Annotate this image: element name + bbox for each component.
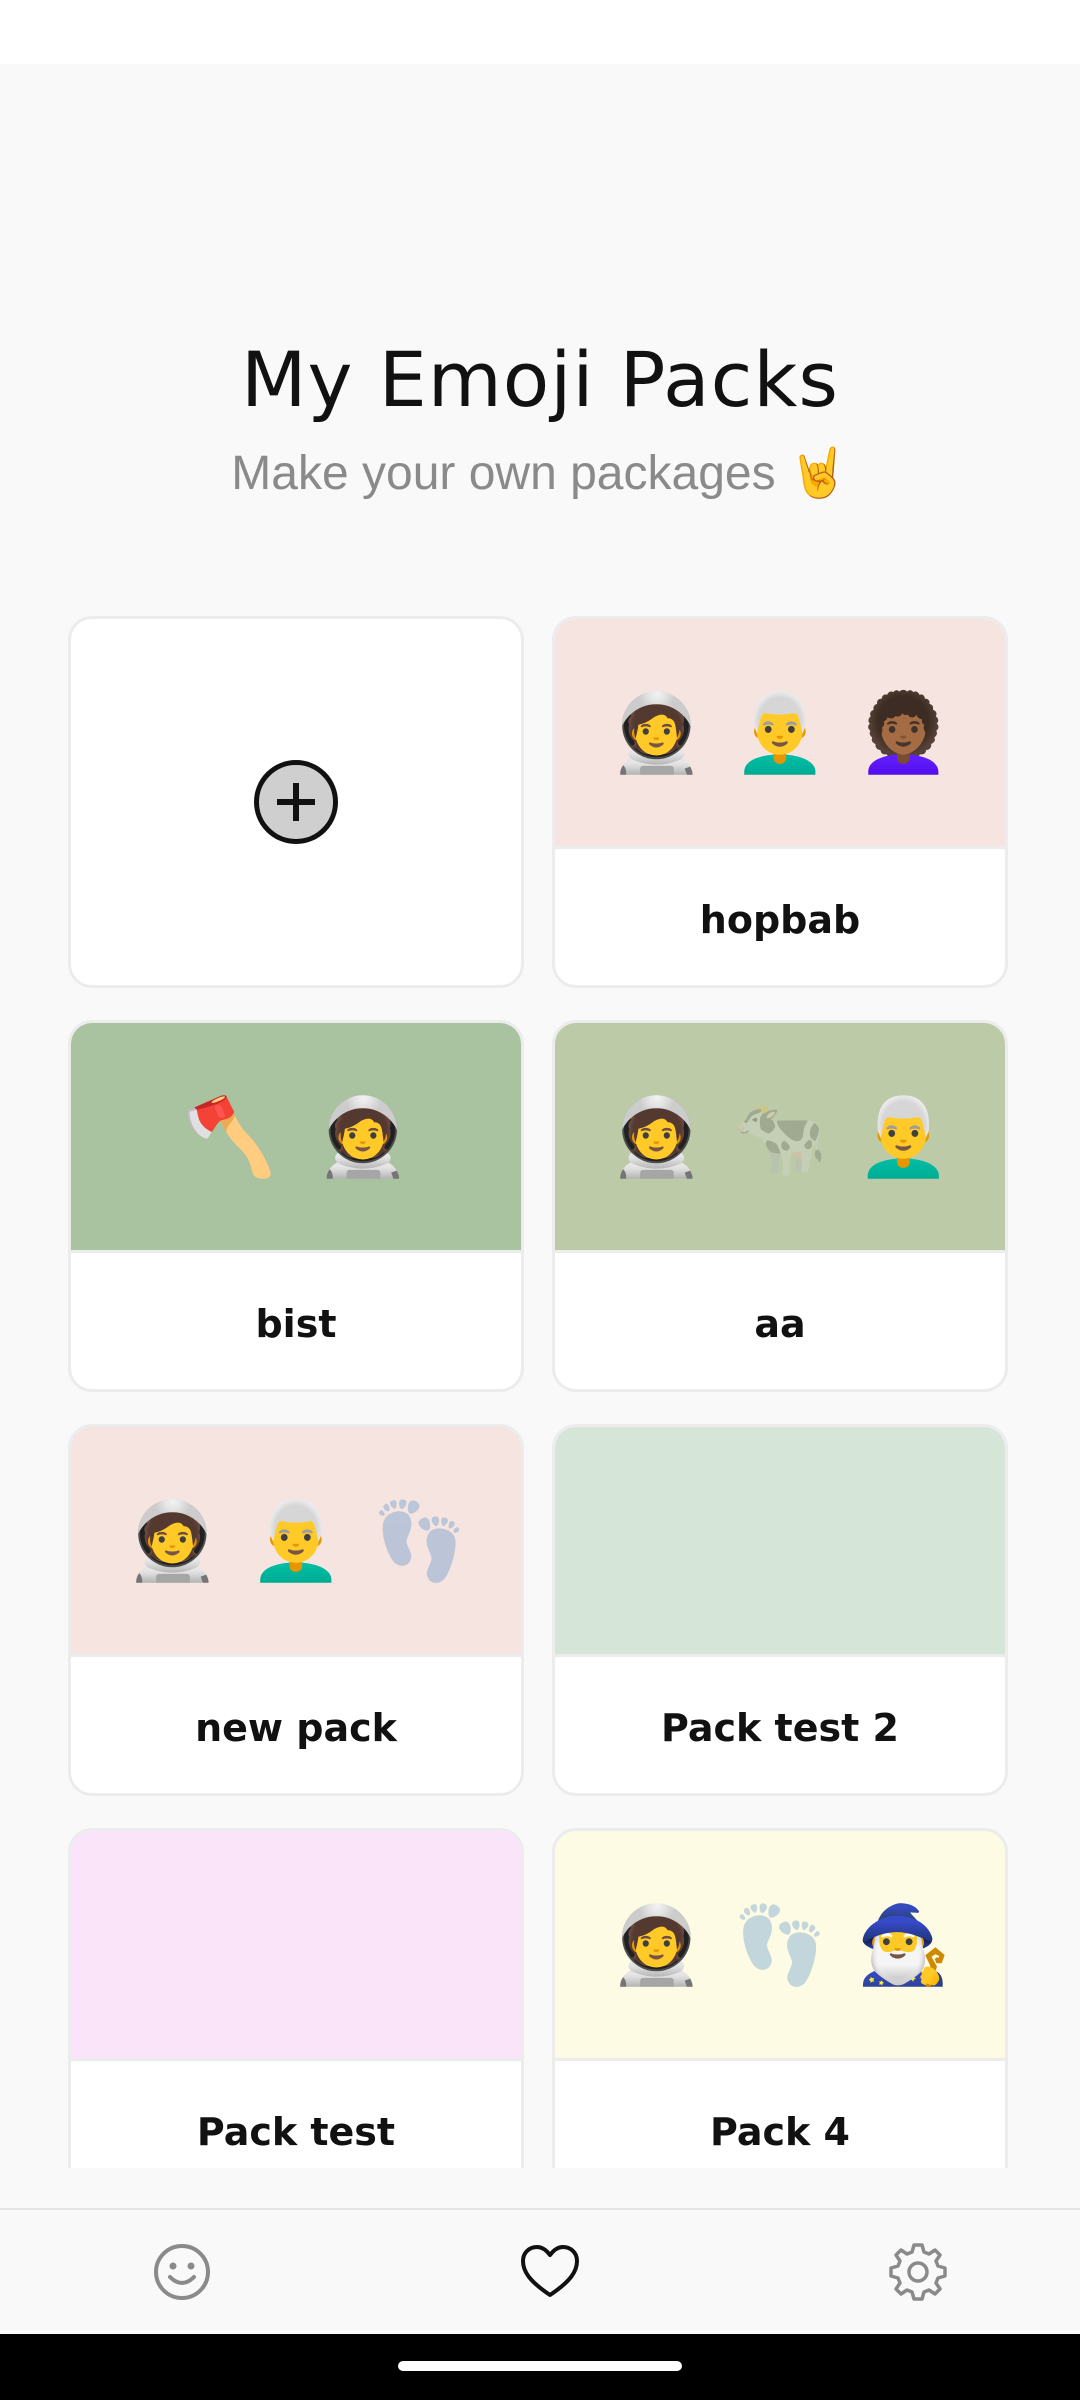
- pack-name: new pack: [195, 1706, 397, 1750]
- pack-card[interactable]: 🧑‍🚀 👨‍🦳 👩🏾‍🦱 hopbab: [552, 616, 1008, 988]
- nav-emoji-button[interactable]: [150, 2240, 214, 2304]
- pack-emoji: 🧑‍🚀: [609, 687, 704, 777]
- pack-emoji: 👣: [732, 1899, 828, 1989]
- pack-emoji: 🧑‍🚀: [315, 1091, 411, 1181]
- pack-preview: 🧑‍🚀 🐄 👨‍🦳: [555, 1023, 1005, 1253]
- add-pack-card[interactable]: [68, 616, 524, 988]
- packs-list[interactable]: 🧑‍🚀 👨‍🦳 👩🏾‍🦱 hopbab 🪓 🧑‍🚀 bist 🧑‍🚀 🐄 👨‍🦳 aa 🧑‍🚀 👨‍🦳 👣…: [0, 600, 1080, 2168]
- pack-preview: [71, 1831, 521, 2061]
- pack-card[interactable]: 🧑‍🚀 👨‍🦳 👣 new pack: [68, 1424, 524, 1796]
- header: My Emoji Packs Make your own packages 🤘: [0, 330, 1080, 504]
- gear-icon: [889, 2243, 947, 2301]
- smiley-icon: [154, 2244, 210, 2300]
- pack-name: aa: [754, 1302, 806, 1346]
- pack-emoji: 🧙‍♂️: [855, 1899, 951, 1989]
- pack-emoji: 👨‍🦳: [855, 1091, 951, 1181]
- pack-name: Pack test 2: [661, 1706, 899, 1750]
- home-gesture-handle[interactable]: [398, 2361, 682, 2371]
- pack-preview: 🧑‍🚀 👨‍🦳 👣: [71, 1427, 521, 1657]
- pack-emoji: 👨‍🦳: [732, 687, 828, 777]
- pack-preview: [555, 1427, 1005, 1657]
- nav-settings-button[interactable]: [886, 2240, 950, 2304]
- bottom-nav: [0, 2208, 1080, 2334]
- nav-packs-button[interactable]: [518, 2240, 582, 2304]
- packs-grid: 🧑‍🚀 👨‍🦳 👩🏾‍🦱 hopbab 🪓 🧑‍🚀 bist 🧑‍🚀 🐄 👨‍🦳 aa 🧑‍🚀 👨‍🦳 👣…: [68, 616, 1008, 2168]
- pack-name: Pack test: [196, 2110, 396, 2154]
- pack-emoji: 🧑‍🚀: [125, 1495, 220, 1585]
- pack-preview: 🧑‍🚀 👨‍🦳 👩🏾‍🦱: [555, 619, 1005, 849]
- pack-name: bist: [255, 1302, 337, 1346]
- pack-emoji: 🪓: [181, 1091, 277, 1181]
- status-bar: [0, 0, 1080, 64]
- pack-preview: 🧑‍🚀 👣 🧙‍♂️: [555, 1831, 1005, 2061]
- heart-icon: [521, 2245, 579, 2297]
- pack-card[interactable]: 🪓 🧑‍🚀 bist: [68, 1020, 524, 1392]
- plus-circle-icon[interactable]: [254, 760, 338, 844]
- pack-preview: 🪓 🧑‍🚀: [71, 1023, 521, 1253]
- pack-emoji: 🧑‍🚀: [609, 1091, 704, 1181]
- pack-card[interactable]: Pack test: [68, 1828, 524, 2168]
- pack-card[interactable]: Pack test 2: [552, 1424, 1008, 1796]
- page-subtitle: Make your own packages 🤘: [231, 447, 849, 500]
- pack-card[interactable]: 🧑‍🚀 👣 🧙‍♂️ Pack 4: [552, 1828, 1008, 2168]
- page-title: My Emoji Packs: [240, 335, 840, 424]
- pack-card[interactable]: 🧑‍🚀 🐄 👨‍🦳 aa: [552, 1020, 1008, 1392]
- pack-emoji: 🐄: [732, 1091, 828, 1181]
- pack-emoji: 👣: [371, 1495, 467, 1585]
- pack-emoji: 👨‍🦳: [248, 1495, 344, 1585]
- pack-name: hopbab: [699, 898, 861, 942]
- pack-emoji: 🧑‍🚀: [609, 1899, 704, 1989]
- pack-emoji: 👩🏾‍🦱: [855, 687, 951, 777]
- pack-name: Pack 4: [710, 2110, 850, 2154]
